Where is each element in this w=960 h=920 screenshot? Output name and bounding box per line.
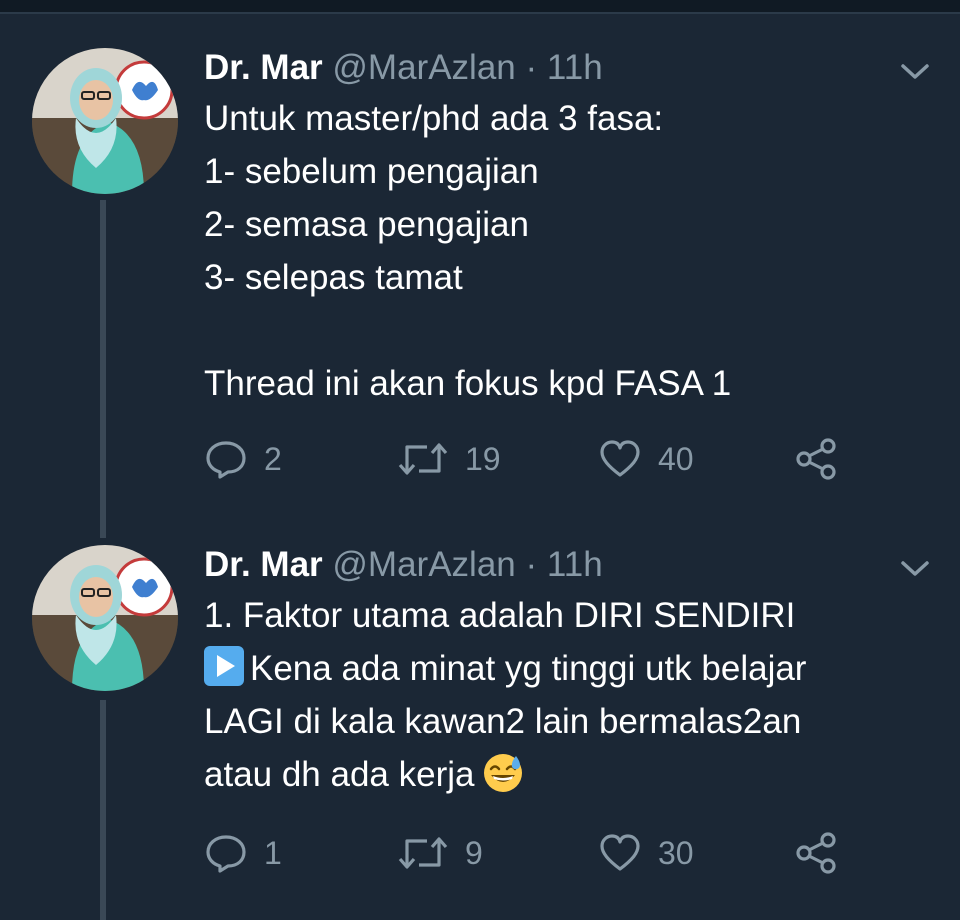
- chevron-down-icon[interactable]: [900, 62, 930, 82]
- separator: ·: [525, 48, 538, 87]
- like-count: 40: [658, 440, 694, 477]
- reply-count: 2: [264, 440, 282, 477]
- tweet-header: Dr. Mar @MarAzlan · 11h: [204, 545, 603, 585]
- separator: ·: [525, 545, 538, 584]
- tweet-actions: 1 9 30: [204, 830, 884, 876]
- top-divider: [0, 12, 960, 14]
- retweet-count: 19: [465, 440, 501, 477]
- avatar[interactable]: [32, 48, 178, 194]
- heart-icon: [600, 834, 640, 871]
- author-handle[interactable]: @MarAzlan: [332, 545, 515, 584]
- thread-line: [100, 200, 106, 538]
- tweet-line: 1. Faktor utama adalah DIRI SENDIRI: [204, 596, 796, 635]
- reply-icon: [206, 441, 246, 479]
- tweet-1[interactable]: Dr. Mar @MarAzlan · 11h Untuk master/phd…: [0, 48, 960, 538]
- reply-count: 1: [264, 834, 282, 871]
- like-count: 30: [658, 834, 694, 871]
- retweet-icon: [398, 443, 448, 475]
- tweet-actions: 2 19 40: [204, 436, 884, 482]
- tweet-line: Kena ada minat yg tinggi utk belajar: [204, 642, 924, 695]
- grinning-sweat-emoji-icon: [484, 754, 523, 792]
- share-icon: [796, 438, 836, 480]
- tweet-line-text: atau dh ada kerja: [204, 755, 475, 794]
- reply-button[interactable]: 1: [204, 830, 282, 876]
- author-handle[interactable]: @MarAzlan: [332, 48, 515, 87]
- tweet-line-text: Kena ada minat yg tinggi utk belajar: [250, 649, 807, 688]
- share-icon: [796, 832, 836, 874]
- thread-line: [100, 700, 106, 920]
- chevron-down-icon[interactable]: [900, 559, 930, 579]
- tweet-text: 1. Faktor utama adalah DIRI SENDIRI Kena…: [204, 589, 924, 801]
- timestamp[interactable]: 11h: [547, 48, 603, 87]
- retweet-count: 9: [465, 834, 483, 871]
- play-button-icon: [204, 646, 244, 686]
- like-button[interactable]: 30: [598, 830, 694, 876]
- author-name[interactable]: Dr. Mar: [204, 545, 323, 584]
- timestamp[interactable]: 11h: [547, 545, 603, 584]
- share-button[interactable]: [794, 830, 838, 876]
- share-button[interactable]: [794, 436, 838, 482]
- tweet-line: atau dh ada kerja: [204, 748, 924, 801]
- author-name[interactable]: Dr. Mar: [204, 48, 323, 87]
- like-button[interactable]: 40: [598, 436, 694, 482]
- avatar[interactable]: [32, 545, 178, 691]
- tweet-2[interactable]: Dr. Mar @MarAzlan · 11h 1. Faktor utama …: [0, 545, 960, 920]
- reply-button[interactable]: 2: [204, 436, 282, 482]
- top-bar: [0, 0, 960, 12]
- tweet-text: Untuk master/phd ada 3 fasa: 1- sebelum …: [204, 99, 732, 403]
- reply-icon: [206, 835, 246, 873]
- retweet-icon: [398, 837, 448, 869]
- retweet-button[interactable]: 19: [397, 436, 501, 482]
- heart-icon: [600, 440, 640, 477]
- tweet-line: LAGI di kala kawan2 lain bermalas2an: [204, 702, 802, 741]
- retweet-button[interactable]: 9: [397, 830, 483, 876]
- tweet-header: Dr. Mar @MarAzlan · 11h: [204, 48, 603, 88]
